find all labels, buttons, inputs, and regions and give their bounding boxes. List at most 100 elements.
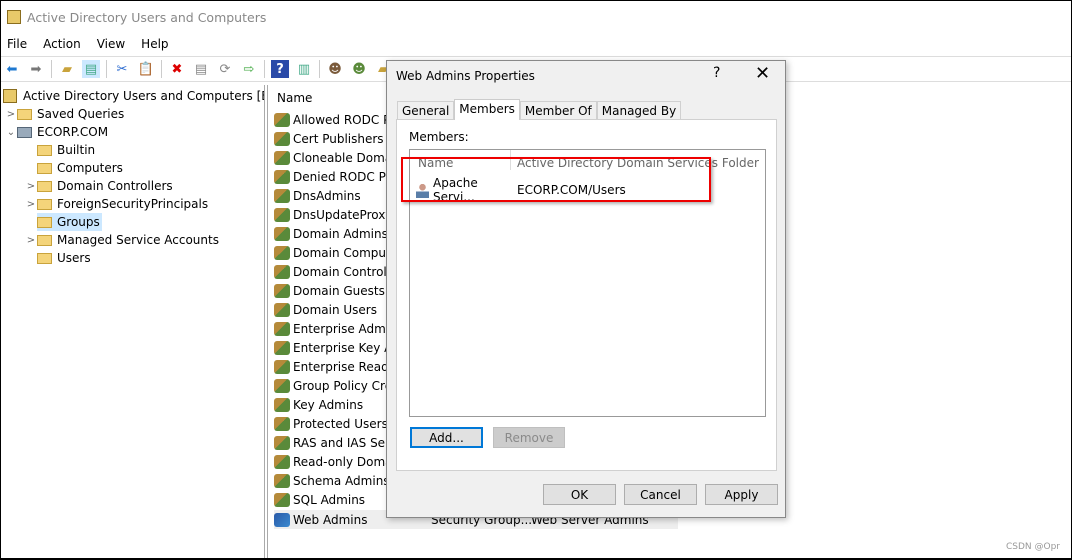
window-title: Active Directory Users and Computers	[27, 9, 267, 25]
tree-ecorp[interactable]: ⌄ ECORP.COM	[5, 123, 108, 141]
tree-label: Saved Queries	[37, 107, 125, 121]
chevron-right-icon[interactable]: >	[25, 181, 37, 192]
help-button[interactable]: ?	[713, 65, 720, 81]
menu-help[interactable]: Help	[141, 34, 168, 54]
tree-builtin[interactable]: Builtin	[25, 141, 95, 159]
tab-general[interactable]: General	[397, 101, 455, 120]
watermark: CSDN @Opr	[1005, 542, 1060, 552]
column-header-name[interactable]: Name	[277, 91, 312, 105]
chevron-down-icon[interactable]: ⌄	[5, 127, 17, 138]
tab-members[interactable]: Members	[454, 99, 520, 120]
row-name: Schema Admins	[293, 473, 390, 488]
forward-icon[interactable]: ➡	[27, 60, 45, 78]
tree-groups[interactable]: Groups	[37, 213, 102, 231]
group-icon	[274, 473, 290, 488]
cut-icon[interactable]: ✂	[113, 60, 131, 78]
tree-label: Groups	[57, 215, 100, 229]
cancel-button[interactable]: Cancel	[624, 484, 697, 505]
group-icon	[274, 512, 290, 527]
group-icon	[274, 150, 290, 165]
folder-icon	[37, 144, 52, 156]
help-icon[interactable]: ?	[271, 60, 289, 78]
group-icon	[274, 492, 290, 507]
tree-managed-service-accounts[interactable]: > Managed Service Accounts	[25, 231, 219, 249]
group-icon	[274, 207, 290, 222]
tree-label: Domain Controllers	[57, 179, 173, 193]
app-icon	[7, 10, 21, 24]
row-name: Domain Users	[293, 302, 377, 317]
members-label: Members:	[409, 130, 469, 144]
tree-saved-queries[interactable]: > Saved Queries	[5, 105, 124, 123]
row-name: SQL Admins	[293, 492, 366, 507]
properties-dialog: Web Admins Properties ? ✕ General Member…	[386, 60, 786, 518]
action-pane-icon[interactable]: ▥	[295, 60, 313, 78]
menu-bar: File Action View Help	[1, 34, 1071, 54]
tree-foreign-security-principals[interactable]: > ForeignSecurityPrincipals	[25, 195, 208, 213]
title-bar: Active Directory Users and Computers	[1, 1, 1071, 33]
tab-strip: General Members Member Of Managed By	[397, 99, 682, 120]
close-button[interactable]: ✕	[755, 63, 770, 84]
tab-member-of[interactable]: Member Of	[519, 101, 597, 120]
show-console-tree-icon[interactable]: ▤	[82, 60, 100, 78]
tree-users[interactable]: Users	[25, 249, 91, 267]
domain-icon	[17, 126, 32, 138]
row-name: DnsAdmins	[293, 188, 361, 203]
delete-icon[interactable]: ✖	[168, 60, 186, 78]
group-icon	[274, 112, 290, 127]
ou-icon	[37, 216, 52, 228]
tree-root[interactable]: Active Directory Users and Computers [E-…	[3, 87, 264, 105]
row-name: Domain Compute	[293, 245, 399, 260]
folder-icon	[17, 108, 32, 120]
group-icon	[274, 321, 290, 336]
add-button[interactable]: Add...	[410, 427, 483, 448]
menu-view[interactable]: View	[97, 34, 125, 54]
new-user-icon[interactable]: ☻	[326, 60, 344, 78]
new-group-icon[interactable]: ☻	[350, 60, 368, 78]
ok-button[interactable]: OK	[543, 484, 616, 505]
row-name: Key Admins	[293, 397, 364, 412]
row-name: Domain Admins	[293, 226, 388, 241]
group-icon	[274, 264, 290, 279]
row-name: Read-only Domair	[293, 454, 401, 469]
refresh-icon[interactable]: ⟳	[216, 60, 234, 78]
group-icon	[274, 226, 290, 241]
properties-icon[interactable]: ▤	[192, 60, 210, 78]
remove-button[interactable]: Remove	[493, 427, 565, 448]
folder-icon	[37, 162, 52, 174]
group-icon	[274, 340, 290, 355]
tree-label: Managed Service Accounts	[57, 233, 219, 247]
apply-button[interactable]: Apply	[705, 484, 778, 505]
row-name: Domain Controlle	[293, 264, 398, 279]
row-name: Domain Guests	[293, 283, 385, 298]
row-name: DnsUpdateProxy	[293, 207, 393, 222]
row-name: Group Policy Crea	[293, 378, 400, 393]
tree-label: Users	[57, 251, 91, 265]
export-icon[interactable]: ⇨	[240, 60, 258, 78]
row-name: Cert Publishers	[293, 131, 384, 146]
chevron-right-icon[interactable]: >	[25, 199, 37, 210]
back-icon[interactable]: ⬅	[3, 60, 21, 78]
ou-icon	[37, 180, 52, 192]
tree-label: Builtin	[57, 143, 96, 157]
group-icon	[274, 245, 290, 260]
chevron-right-icon[interactable]: >	[25, 235, 37, 246]
up-folder-icon[interactable]: ▰	[58, 60, 76, 78]
folder-icon	[37, 252, 52, 264]
tree-computers[interactable]: Computers	[25, 159, 123, 177]
group-icon	[274, 169, 290, 184]
console-tree: Active Directory Users and Computers [E-…	[1, 85, 265, 558]
chevron-right-icon[interactable]: >	[5, 109, 17, 120]
tree-domain-controllers[interactable]: > Domain Controllers	[25, 177, 173, 195]
row-name: Protected Users	[293, 416, 388, 431]
group-icon	[274, 359, 290, 374]
group-icon	[274, 131, 290, 146]
tab-managed-by[interactable]: Managed By	[596, 101, 682, 120]
paste-icon[interactable]: 📋	[137, 60, 155, 78]
menu-file[interactable]: File	[7, 34, 27, 54]
dialog-title: Web Admins Properties	[396, 69, 535, 83]
tree-label: ForeignSecurityPrincipals	[57, 197, 209, 211]
divider	[51, 60, 52, 78]
menu-action[interactable]: Action	[43, 34, 81, 54]
divider	[264, 60, 265, 78]
group-icon	[274, 454, 290, 469]
